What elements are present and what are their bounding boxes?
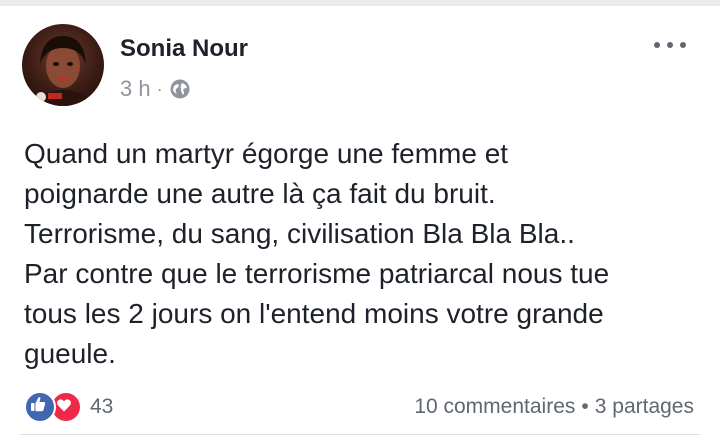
post-text-line: gueule. xyxy=(24,338,116,369)
post-meta: 3 h · xyxy=(120,75,191,103)
globe-icon[interactable] xyxy=(169,78,191,100)
stats-separator: • xyxy=(581,395,589,418)
post-body: Quand un martyr égorge une femme et poig… xyxy=(24,134,704,374)
post-text-line: Par contre que le terrorisme patriarcal … xyxy=(24,258,610,289)
more-options-button[interactable] xyxy=(648,30,692,60)
ellipsis-icon xyxy=(654,42,686,48)
post-text-line: tous les 2 jours on l'entend moins votre… xyxy=(24,298,604,329)
reactions-summary[interactable]: 43 xyxy=(24,391,113,423)
shares-count-link[interactable]: 3 partages xyxy=(595,395,694,419)
reaction-count[interactable]: 43 xyxy=(90,395,113,419)
meta-separator: · xyxy=(156,78,163,99)
post-text-line: poignarde une autre là ça fait du bruit. xyxy=(24,178,496,209)
post-timestamp[interactable]: 3 h xyxy=(120,76,151,102)
feed-divider xyxy=(0,0,720,6)
like-icon xyxy=(24,391,56,423)
avatar[interactable] xyxy=(22,24,104,106)
comments-count-link[interactable]: 10 commentaires xyxy=(414,395,575,419)
author-name[interactable]: Sonia Nour xyxy=(120,35,248,63)
footer-divider xyxy=(20,434,700,435)
post-text-line: Quand un martyr égorge une femme et xyxy=(24,138,509,169)
post-text-line: Terrorisme, du sang, civilisation Bla Bl… xyxy=(24,218,575,249)
post-stats: 10 commentaires • 3 partages xyxy=(414,392,694,422)
